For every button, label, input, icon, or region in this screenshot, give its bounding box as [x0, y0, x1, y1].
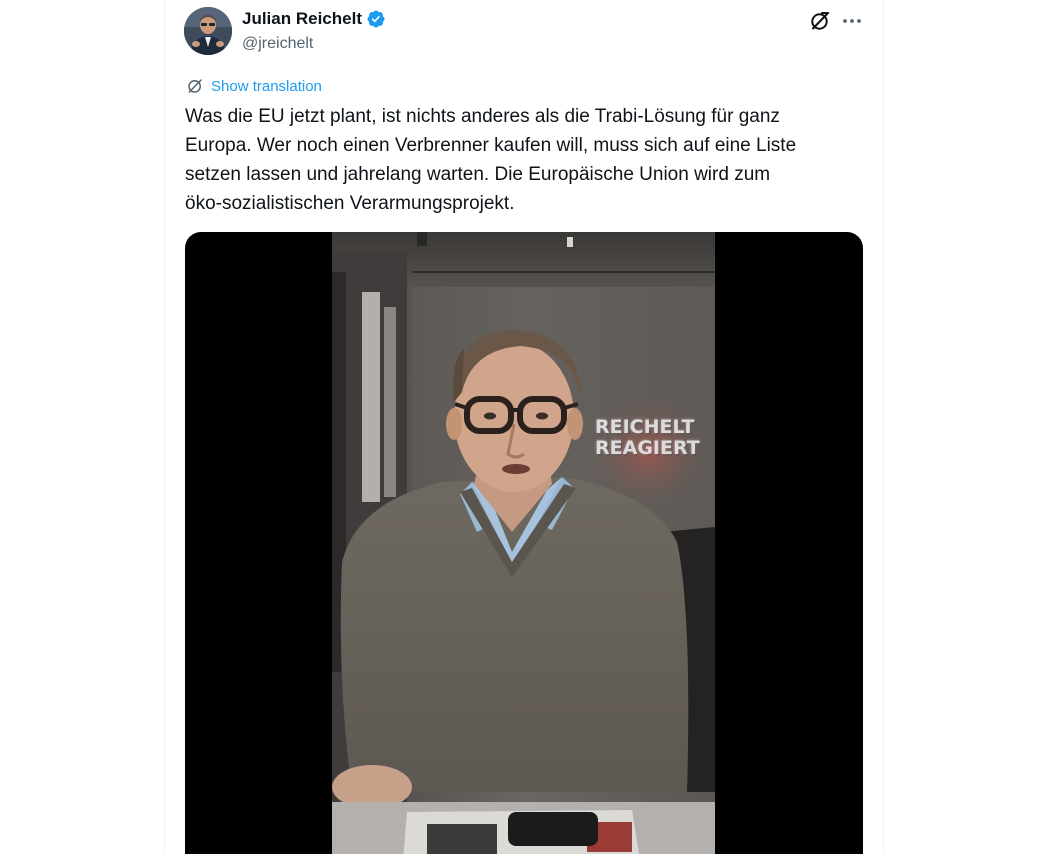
show-translation-label: Show translation — [211, 77, 322, 95]
video-overlay-line2: REAGIERT — [595, 437, 700, 459]
display-name[interactable]: Julian Reichelt — [242, 9, 362, 29]
video-overlay-line1: REICHELT — [595, 416, 695, 438]
avatar[interactable] — [184, 7, 232, 55]
video-frame — [332, 232, 715, 854]
author-block: Julian Reichelt @jreichelt — [242, 8, 386, 53]
avatar-image — [184, 7, 232, 55]
translate-grok-icon — [188, 79, 202, 93]
more-options-button[interactable] — [837, 6, 867, 36]
more-icon — [843, 19, 861, 23]
video-player[interactable]: REICHELT REAGIERT — [185, 232, 863, 854]
handle[interactable]: @jreichelt — [242, 35, 386, 53]
show-translation-link[interactable]: Show translation — [186, 77, 322, 95]
grok-icon — [811, 12, 829, 30]
grok-button[interactable] — [805, 6, 835, 36]
name-row: Julian Reichelt — [242, 8, 386, 30]
column-border-right — [883, 0, 884, 854]
verified-badge-icon[interactable] — [366, 9, 386, 29]
video-overlay-text: REICHELT REAGIERT — [595, 417, 715, 459]
tweet: Julian Reichelt @jreichelt Show translat… — [165, 0, 883, 854]
page: Julian Reichelt @jreichelt Show translat… — [0, 0, 1050, 854]
tweet-text: Was die EU jetzt plant, ist nichts ander… — [185, 106, 797, 214]
video-still — [332, 232, 715, 854]
